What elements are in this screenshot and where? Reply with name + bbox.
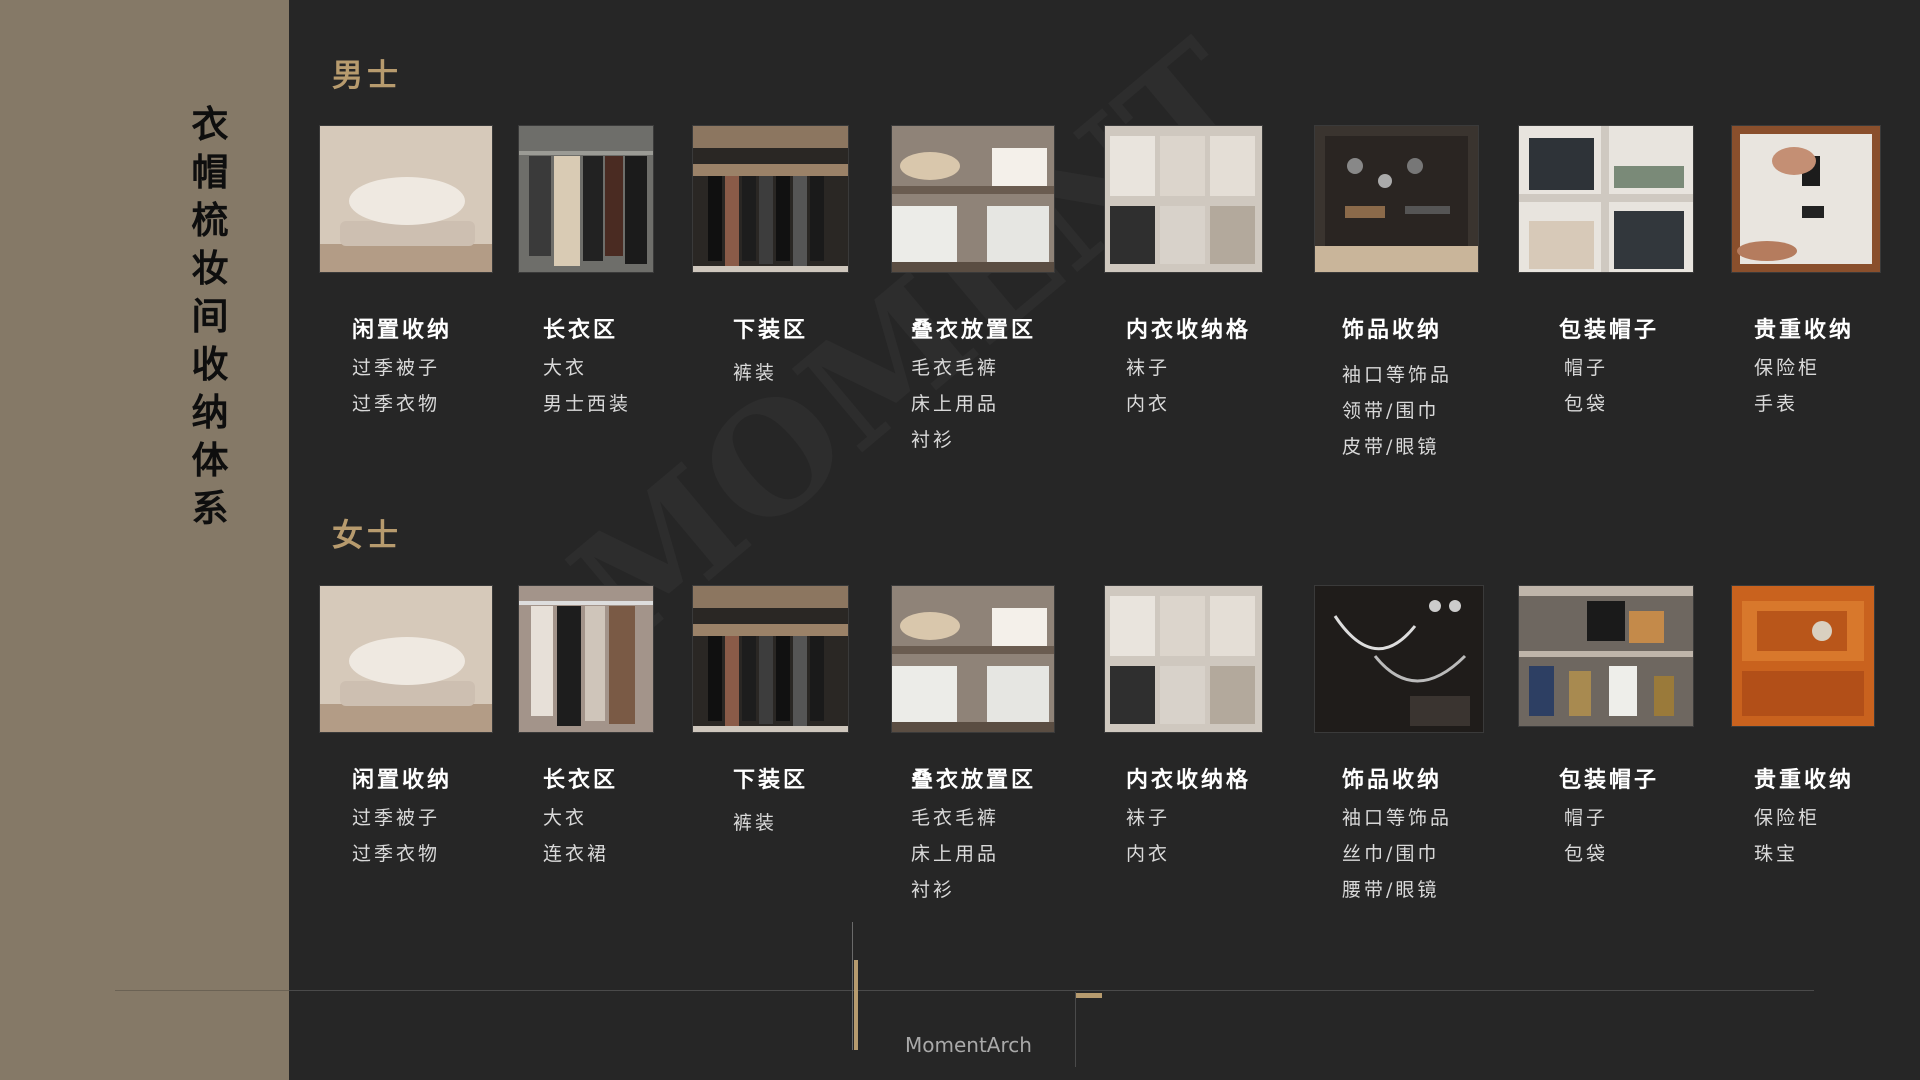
card-sub-item: 帽子: [1564, 357, 1609, 379]
card-sublist: 帽子 包袋: [1564, 350, 1608, 422]
page-title: 衣帽梳妆间收纳体系: [191, 102, 229, 530]
card-sub-item: 保险柜: [1754, 807, 1821, 829]
card-label: 闲置收纳: [352, 317, 453, 343]
brand-name: MomentArch: [905, 1033, 1032, 1057]
card-sub-item: 过季被子: [352, 357, 441, 379]
card-sublist: 大衣 连衣裙: [543, 800, 609, 872]
pillow-stack-photo: [319, 125, 493, 273]
sidebar-panel: 衣帽梳妆间收纳体系: [0, 0, 289, 1080]
card-sub-item: 过季被子: [352, 807, 441, 829]
safe-photo: [1731, 125, 1881, 273]
card-sub-item: 领带/围巾: [1342, 400, 1440, 422]
card-label: 贵重收纳: [1754, 317, 1855, 343]
card-sub-item: 床上用品: [911, 843, 1000, 865]
men-section-title: 男士: [332, 58, 402, 94]
card-sub-item: 袖口等饰品: [1342, 807, 1453, 829]
underwear-drawer-photo: [1104, 125, 1263, 273]
card-sublist: 过季被子 过季衣物: [352, 350, 440, 422]
card-sublist: 裤装: [733, 355, 777, 391]
card-sub-item: 衬衫: [911, 429, 956, 451]
card-sub-item: 内衣: [1126, 843, 1171, 865]
card-label: 包装帽子: [1559, 317, 1660, 343]
card-sublist: 毛衣毛裤 床上用品 衬衫: [911, 800, 999, 908]
card-sub-item: 过季衣物: [352, 393, 441, 415]
card-sub-item: 男士西装: [543, 393, 632, 415]
card-sublist: 袖口等饰品 领带/围巾 皮带/眼镜: [1342, 357, 1452, 465]
card-sublist: 保险柜 手表: [1754, 350, 1820, 422]
card-label: 下装区: [733, 317, 809, 343]
footer-divider: [289, 990, 1814, 991]
card-sub-item: 皮带/眼镜: [1342, 436, 1440, 458]
card-label: 内衣收纳格: [1126, 317, 1252, 343]
card-sub-item: 丝巾/围巾: [1342, 843, 1440, 865]
card-label: 长衣区: [543, 317, 619, 343]
card-sub-item: 裤装: [733, 812, 778, 834]
hanging-dresses-photo: [518, 585, 654, 733]
card-sub-item: 毛衣毛裤: [911, 357, 1000, 379]
card-sublist: 袜子 内衣: [1126, 800, 1170, 872]
trouser-rack-photo: [692, 585, 849, 733]
card-sublist: 保险柜 珠宝: [1754, 800, 1820, 872]
women-section-title: 女士: [332, 518, 402, 554]
card-sub-item: 保险柜: [1754, 357, 1821, 379]
card-sublist: 袜子 内衣: [1126, 350, 1170, 422]
card-sublist: 毛衣毛裤 床上用品 衬衫: [911, 350, 999, 458]
card-sub-item: 内衣: [1126, 393, 1171, 415]
card-label: 饰品收纳: [1342, 767, 1443, 793]
card-label: 饰品收纳: [1342, 317, 1443, 343]
card-sub-item: 大衣: [543, 807, 588, 829]
card-label: 叠衣放置区: [911, 317, 1037, 343]
jewelry-case-photo: [1731, 585, 1875, 727]
accessory-drawer-photo: [1314, 125, 1479, 273]
footer-vertical-line: [1075, 992, 1076, 1067]
card-sub-item: 衬衫: [911, 879, 956, 901]
card-sub-item: 袜子: [1126, 807, 1171, 829]
folded-clothes-shelf-photo: [891, 585, 1055, 733]
card-sub-item: 裤装: [733, 362, 778, 384]
card-label: 内衣收纳格: [1126, 767, 1252, 793]
card-sub-item: 珠宝: [1754, 843, 1799, 865]
footer-accent-tick: [1076, 993, 1102, 998]
card-sub-item: 袖口等饰品: [1342, 364, 1453, 386]
card-sub-item: 帽子: [1564, 807, 1609, 829]
card-sublist: 裤装: [733, 805, 777, 841]
handbag-shelf-photo: [1518, 585, 1694, 727]
footer-divider: [115, 990, 290, 991]
card-sublist: 袖口等饰品 丝巾/围巾 腰带/眼镜: [1342, 800, 1452, 908]
card-sub-item: 过季衣物: [352, 843, 441, 865]
card-sub-item: 包袋: [1564, 393, 1609, 415]
card-sub-item: 手表: [1754, 393, 1799, 415]
card-sub-item: 腰带/眼镜: [1342, 879, 1440, 901]
card-label: 闲置收纳: [352, 767, 453, 793]
card-label: 叠衣放置区: [911, 767, 1037, 793]
card-sub-item: 床上用品: [911, 393, 1000, 415]
card-sub-item: 包袋: [1564, 843, 1609, 865]
trouser-rack-photo: [692, 125, 849, 273]
footer-accent-bar: [854, 960, 858, 1050]
underwear-drawer-photo: [1104, 585, 1263, 733]
card-sublist: 过季被子 过季衣物: [352, 800, 440, 872]
card-sublist: 大衣 男士西装: [543, 350, 631, 422]
card-label: 包装帽子: [1559, 767, 1660, 793]
hat-box-shelf-photo: [1518, 125, 1694, 273]
footer-vertical-line: [852, 922, 853, 1050]
folded-clothes-shelf-photo: [891, 125, 1055, 273]
card-label: 下装区: [733, 767, 809, 793]
card-label: 长衣区: [543, 767, 619, 793]
card-sub-item: 毛衣毛裤: [911, 807, 1000, 829]
jewelry-drawer-photo: [1314, 585, 1484, 733]
card-label: 贵重收纳: [1754, 767, 1855, 793]
card-sub-item: 大衣: [543, 357, 588, 379]
pillow-stack-photo: [319, 585, 493, 733]
card-sub-item: 袜子: [1126, 357, 1171, 379]
card-sub-item: 连衣裙: [543, 843, 610, 865]
card-sublist: 帽子 包袋: [1564, 800, 1608, 872]
hanging-coats-photo: [518, 125, 654, 273]
